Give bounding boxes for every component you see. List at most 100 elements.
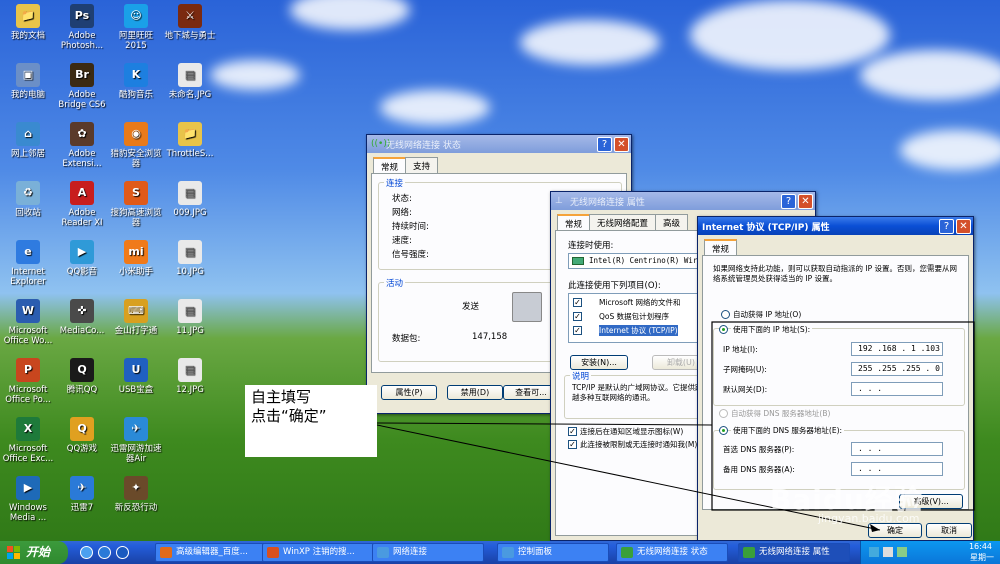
- desktop-icon[interactable]: P Microsoft Office Po...: [0, 358, 56, 405]
- desktop-icon[interactable]: ☺ 阿里旺旺 2015: [108, 4, 164, 51]
- desktop-icon[interactable]: K 酷狗音乐: [108, 63, 164, 100]
- taskbar-item[interactable]: 高级编辑器_百度...: [155, 543, 267, 562]
- auto-dns-radio[interactable]: [719, 409, 728, 418]
- tray-network-icon[interactable]: [869, 547, 879, 557]
- tray-clock[interactable]: 16:44: [969, 542, 992, 551]
- close-button[interactable]: ✕: [614, 136, 629, 152]
- desktop-icon[interactable]: W Microsoft Office Wo...: [0, 299, 56, 346]
- network-icon: ⊥: [555, 196, 563, 206]
- cancel-button[interactable]: 取消: [926, 523, 972, 538]
- desktop-icon-image: S: [124, 181, 148, 205]
- desktop-icon[interactable]: ▤ 11.JPG: [162, 299, 218, 336]
- notify-label: 连接后在通知区域显示图标(W): [580, 427, 684, 436]
- desktop-icon-image: W: [16, 299, 40, 323]
- ok-button[interactable]: 确定: [868, 523, 922, 538]
- desktop-icon[interactable]: ▣ 我的电脑: [0, 63, 56, 100]
- close-button[interactable]: ✕: [956, 218, 971, 234]
- help-button[interactable]: ?: [597, 136, 612, 152]
- properties-button[interactable]: 属性(P): [381, 385, 437, 400]
- cloud: [290, 0, 410, 30]
- desktop-icon[interactable]: mi 小米助手: [108, 240, 164, 277]
- desktop-icon[interactable]: ▤ 10.JPG: [162, 240, 218, 277]
- desktop-icon[interactable]: ⌨ 金山打字通: [108, 299, 164, 336]
- desktop-icon[interactable]: ▶ Windows Media ...: [0, 476, 56, 523]
- desktop-icon[interactable]: A Adobe Reader XI: [54, 181, 110, 228]
- taskbar-item[interactable]: 无线网络连接 状态: [616, 543, 728, 562]
- desktop-icon[interactable]: ▤ 未命名.JPG: [162, 63, 218, 100]
- properties-window-titlebar[interactable]: ⊥ 无线网络连接 属性 ? ✕: [551, 192, 815, 210]
- quicklaunch-browser-icon[interactable]: [116, 546, 129, 559]
- desktop-icon[interactable]: U USB宝盒: [108, 358, 164, 395]
- ip-address-field[interactable]: 192 .168 . 1 .103: [851, 342, 943, 356]
- desktop-icon[interactable]: S 搜狗高速浏览器: [108, 181, 164, 228]
- items-list[interactable]: ✓ Microsoft 网络的文件和 ✓ QoS 数据包计划程序 ✓ Inter…: [568, 293, 708, 343]
- desktop-icon[interactable]: ▤ 12.JPG: [162, 358, 218, 395]
- disable-button[interactable]: 禁用(D): [447, 385, 503, 400]
- limited-checkbox[interactable]: ✓: [568, 440, 577, 449]
- desktop-icon[interactable]: ✈ 迅雷7: [54, 476, 110, 513]
- taskbar-item[interactable]: WinXP 注销的搜...: [262, 543, 374, 562]
- subnet-mask-field[interactable]: 255 .255 .255 . 0: [851, 362, 943, 376]
- desktop-icon[interactable]: ▶ QQ影音: [54, 240, 110, 277]
- desktop-icon[interactable]: 📁 ThrottleS...: [162, 122, 218, 159]
- auto-ip-radio[interactable]: [721, 310, 730, 319]
- desktop-icon[interactable]: Q 腾讯QQ: [54, 358, 110, 395]
- use-dns-radio[interactable]: [719, 426, 728, 435]
- sent-label: 发送: [462, 302, 480, 312]
- close-button[interactable]: ✕: [798, 193, 813, 209]
- taskbar-item-icon: [502, 547, 514, 558]
- desktop-icon[interactable]: ♻ 回收站: [0, 181, 56, 218]
- taskbar-item-icon: [267, 547, 279, 558]
- desktop-icon[interactable]: ✦ 新反恐行动: [108, 476, 164, 513]
- desktop-icon-image: ▤: [178, 63, 202, 87]
- taskbar-item-label: 无线网络连接 状态: [637, 547, 708, 557]
- desktop-icon[interactable]: e Internet Explorer: [0, 240, 56, 287]
- desktop-icon-label: 迅雷网游加速器Air: [110, 444, 162, 464]
- notify-checkbox[interactable]: ✓: [568, 427, 577, 436]
- tcpip-window-titlebar[interactable]: Internet 协议 (TCP/IP) 属性 ? ✕: [698, 217, 973, 235]
- desktop-icon[interactable]: Br Adobe Bridge CS6: [54, 63, 110, 110]
- desktop-icon-label: 金山打字通: [114, 326, 158, 336]
- auto-ip-label: 自动获得 IP 地址(O): [733, 310, 802, 319]
- quicklaunch-ie-icon[interactable]: [80, 546, 93, 559]
- dns2-field[interactable]: . . .: [851, 462, 943, 476]
- tray-sound-icon[interactable]: [883, 547, 893, 557]
- item-checkbox[interactable]: ✓: [573, 312, 582, 321]
- desktop-icon[interactable]: X Microsoft Office Exc...: [0, 417, 56, 464]
- desktop-icon-image: e: [16, 240, 40, 264]
- desktop-icon[interactable]: ✜ MediaCo...: [54, 299, 110, 336]
- dns1-label: 首选 DNS 服务器(P):: [723, 445, 795, 454]
- desktop-icon-image: 📁: [16, 4, 40, 28]
- gateway-field[interactable]: . . .: [851, 382, 943, 396]
- desktop-icon[interactable]: 📁 我的文档: [0, 4, 56, 41]
- status-row-label: 速度:: [392, 236, 412, 246]
- desktop-icon-image: ▶: [70, 240, 94, 264]
- item-checkbox[interactable]: ✓: [573, 326, 582, 335]
- help-button[interactable]: ?: [939, 218, 954, 234]
- desktop-icon-label: 新反恐行动: [114, 503, 158, 513]
- dns1-field[interactable]: . . .: [851, 442, 943, 456]
- status-window-titlebar[interactable]: ((•)) 无线网络连接 状态 ? ✕: [367, 135, 631, 153]
- desktop-icon[interactable]: ✈ 迅雷网游加速器Air: [108, 417, 164, 464]
- desktop-icon[interactable]: ✿ Adobe Extensi...: [54, 122, 110, 169]
- start-button[interactable]: 开始: [0, 541, 68, 564]
- desktop-icon[interactable]: ⚔ 地下城与勇士: [162, 4, 218, 41]
- desktop-icon[interactable]: ◉ 猎豹安全浏览器: [108, 122, 164, 169]
- desktop-icon[interactable]: ⌂ 网上邻居: [0, 122, 56, 159]
- taskbar-item[interactable]: 网络连接: [372, 543, 484, 562]
- taskbar-item[interactable]: 无线网络连接 属性: [738, 543, 850, 562]
- tray-wifi-icon[interactable]: [897, 547, 907, 557]
- auto-dns-label: 自动获得 DNS 服务器地址(B): [731, 409, 831, 418]
- taskbar-item[interactable]: 控制面板: [497, 543, 609, 562]
- desktop-icon[interactable]: Ps Adobe Photosh...: [54, 4, 110, 51]
- use-ip-radio[interactable]: [719, 325, 728, 334]
- desktop-icon[interactable]: Q QQ游戏: [54, 417, 110, 454]
- help-button[interactable]: ?: [781, 193, 796, 209]
- install-button[interactable]: 安装(N)...: [570, 355, 628, 370]
- quicklaunch-qq-icon[interactable]: [98, 546, 111, 559]
- item-label: Internet 协议 (TCP/IP): [599, 325, 678, 336]
- item-label: QoS 数据包计划程序: [599, 312, 670, 321]
- desktop-icon[interactable]: ▤ 009.JPG: [162, 181, 218, 218]
- desktop-icon-image: A: [70, 181, 94, 205]
- item-checkbox[interactable]: ✓: [573, 298, 582, 307]
